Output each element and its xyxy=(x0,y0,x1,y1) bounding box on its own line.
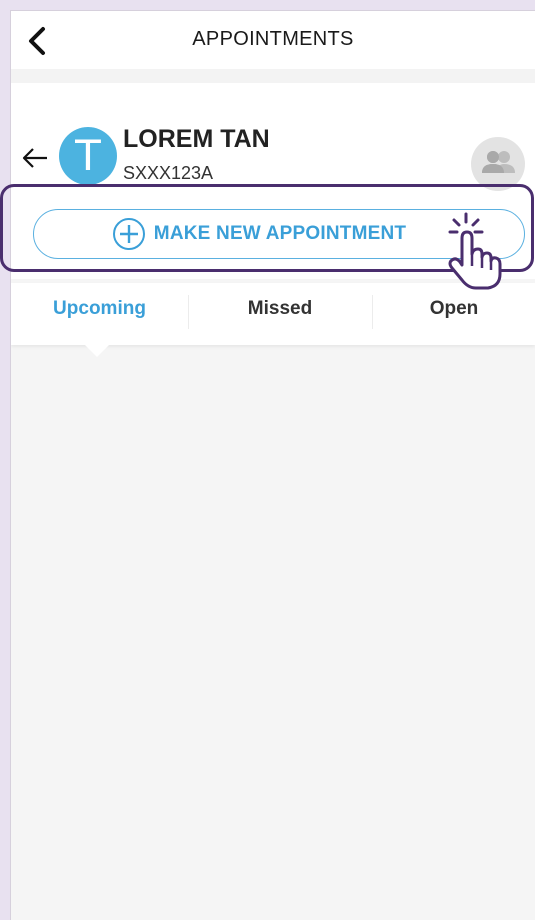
active-tab-indicator xyxy=(85,345,109,357)
tab-bar: Upcoming Missed Open xyxy=(11,283,535,345)
divider xyxy=(11,69,535,83)
plus-circle-icon xyxy=(112,218,145,250)
action-row: MAKE NEW APPOINTMENT xyxy=(11,199,535,279)
make-new-appointment-label: MAKE NEW APPOINTMENT xyxy=(153,223,407,244)
phone-screen: APPOINTMENTS T LOREM TAN SXXX123A MAKE N… xyxy=(10,10,535,920)
appointment-list xyxy=(11,357,535,917)
page-title: APPOINTMENTS xyxy=(192,28,354,50)
tab-open[interactable]: Open xyxy=(372,283,535,335)
patient-id: SXXX123A xyxy=(123,163,214,183)
patient-name: LOREM TAN xyxy=(123,125,270,153)
avatar: T xyxy=(59,127,117,185)
arrow-left-icon[interactable] xyxy=(21,147,49,169)
top-bar: APPOINTMENTS xyxy=(11,11,535,69)
group-icon[interactable] xyxy=(471,137,525,191)
profile-card: T LOREM TAN SXXX123A xyxy=(11,83,535,199)
tab-missed[interactable]: Missed xyxy=(188,283,372,335)
make-new-appointment-button[interactable]: MAKE NEW APPOINTMENT xyxy=(33,209,525,259)
tab-upcoming[interactable]: Upcoming xyxy=(11,283,188,335)
